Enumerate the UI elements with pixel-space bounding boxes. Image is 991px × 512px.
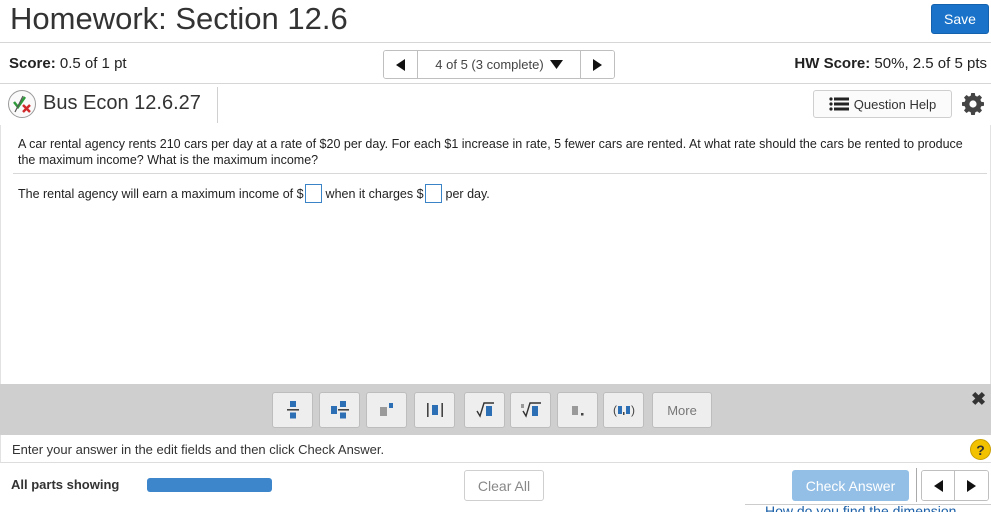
interval-icon: ( ) bbox=[613, 403, 635, 417]
absolute-value-button[interactable] bbox=[414, 392, 455, 428]
instructions-text: Enter your answer in the edit fields and… bbox=[12, 442, 385, 457]
answer-text-part3: per day. bbox=[445, 186, 490, 201]
question-select-dropdown[interactable]: 4 of 5 (3 complete) bbox=[418, 51, 580, 78]
check-answer-button[interactable]: Check Answer bbox=[792, 470, 909, 501]
triangle-left-icon bbox=[396, 58, 405, 71]
question-select-value: 4 of 5 (3 complete) bbox=[435, 57, 544, 72]
svg-text:(: ( bbox=[613, 403, 617, 417]
score-label: Score: bbox=[9, 55, 56, 72]
fraction-icon bbox=[286, 401, 299, 419]
svg-text:): ) bbox=[631, 403, 635, 417]
question-name: Bus Econ 12.6.27 bbox=[43, 92, 201, 114]
score-value: 0.5 of 1 pt bbox=[59, 55, 127, 72]
answer-text-part2: when it charges $ bbox=[325, 186, 424, 201]
square-root-button[interactable] bbox=[464, 392, 505, 428]
bottom-navigator bbox=[921, 470, 989, 501]
footer-peek: How do you find the dimension bbox=[745, 504, 991, 512]
score: Score: 0.5 of 1 pt bbox=[9, 55, 127, 72]
answer-text-part1: The rental agency will earn a maximum in… bbox=[18, 186, 304, 201]
nth-root-button[interactable] bbox=[510, 392, 551, 428]
footer-link[interactable]: How do you find the dimension bbox=[765, 505, 956, 512]
absolute-value-icon bbox=[426, 403, 443, 417]
mixed-number-button[interactable] bbox=[319, 392, 360, 428]
math-palette: ( ) More ✖ bbox=[0, 384, 991, 435]
triangle-right-icon bbox=[967, 479, 976, 492]
list-icon bbox=[829, 97, 849, 111]
hw-score: HW Score: 50%, 2.5 of 5 pts bbox=[794, 55, 987, 72]
exponent-icon bbox=[379, 403, 393, 416]
answer-line: The rental agency will earn a maximum in… bbox=[18, 184, 490, 203]
partial-credit-icon bbox=[8, 90, 36, 118]
page-title: Homework: Section 12.6 bbox=[10, 1, 348, 36]
max-income-input[interactable] bbox=[304, 184, 322, 203]
next-question-button[interactable] bbox=[580, 51, 614, 78]
clear-all-button[interactable]: Clear All bbox=[464, 470, 544, 501]
question-navigator: 4 of 5 (3 complete) bbox=[383, 50, 615, 79]
mixed-number-icon bbox=[330, 401, 349, 419]
divider bbox=[217, 87, 218, 123]
divider bbox=[916, 468, 917, 502]
previous-question-button[interactable] bbox=[922, 471, 955, 500]
progress-bar bbox=[147, 478, 272, 492]
question-help-label: Question Help bbox=[853, 96, 937, 112]
help-icon[interactable]: ? bbox=[970, 439, 991, 460]
decimal-button[interactable] bbox=[557, 392, 598, 428]
question-header: Bus Econ 12.6.27 Question Help bbox=[0, 84, 991, 125]
title-bar: Homework: Section 12.6 Save bbox=[0, 0, 991, 43]
question-help-button[interactable]: Question Help bbox=[813, 90, 952, 118]
parts-showing-label: All parts showing bbox=[11, 477, 120, 492]
interval-button[interactable]: ( ) bbox=[603, 392, 644, 428]
fraction-button[interactable] bbox=[272, 392, 313, 428]
triangle-left-icon bbox=[933, 479, 943, 492]
divider bbox=[13, 173, 987, 174]
decimal-icon bbox=[571, 406, 583, 416]
score-bar: Score: 0.5 of 1 pt 4 of 5 (3 complete) H… bbox=[0, 43, 991, 84]
square-root-icon bbox=[475, 402, 494, 418]
hw-score-value: 50%, 2.5 of 5 pts bbox=[874, 55, 987, 72]
save-button[interactable]: Save bbox=[931, 4, 989, 34]
rate-input[interactable] bbox=[424, 184, 442, 203]
hw-score-label: HW Score: bbox=[794, 55, 871, 72]
close-icon[interactable]: ✖ bbox=[971, 389, 986, 410]
next-question-button[interactable] bbox=[955, 471, 988, 500]
question-text: A car rental agency rents 210 cars per d… bbox=[18, 137, 963, 167]
bottom-bar: All parts showing Clear All Check Answer bbox=[0, 463, 991, 508]
caret-down-icon bbox=[549, 60, 563, 69]
more-tools-button[interactable]: More bbox=[652, 392, 712, 428]
instructions-bar: Enter your answer in the edit fields and… bbox=[0, 435, 991, 463]
triangle-right-icon bbox=[593, 58, 602, 71]
exponent-button[interactable] bbox=[366, 392, 407, 428]
question-content: A car rental agency rents 210 cars per d… bbox=[0, 125, 991, 384]
nth-root-icon bbox=[520, 402, 541, 418]
gear-icon[interactable] bbox=[961, 92, 985, 116]
previous-question-button[interactable] bbox=[384, 51, 418, 78]
